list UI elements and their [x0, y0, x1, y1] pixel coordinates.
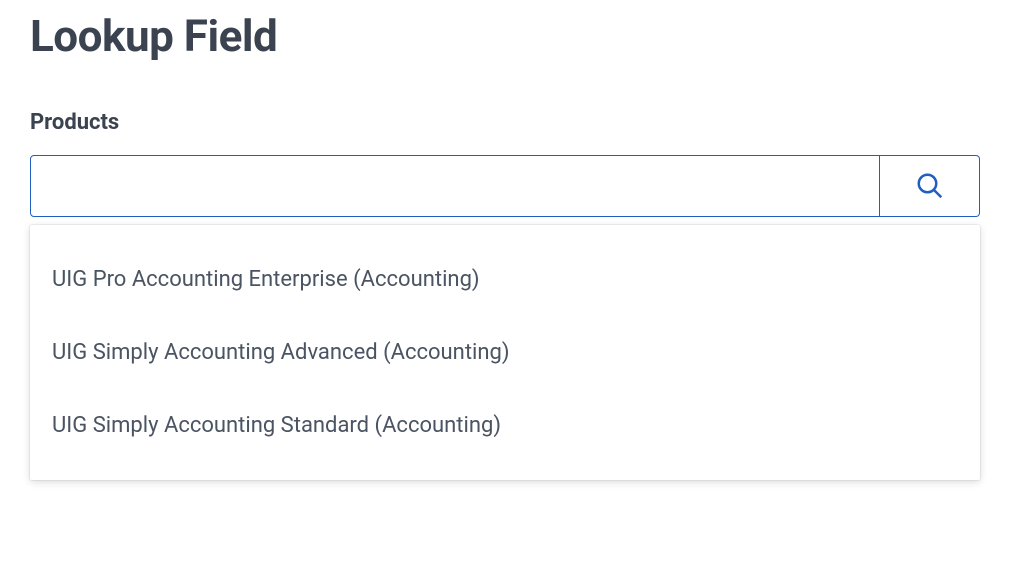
dropdown-list: UIG Pro Accounting Enterprise (Accountin…: [30, 225, 980, 480]
search-input[interactable]: [30, 155, 880, 217]
search-button[interactable]: [880, 155, 980, 217]
search-icon: [915, 171, 945, 201]
dropdown-item[interactable]: UIG Simply Accounting Standard (Accounti…: [30, 389, 980, 462]
lookup-field: UIG Pro Accounting Enterprise (Accountin…: [30, 155, 980, 217]
dropdown-item[interactable]: UIG Pro Accounting Enterprise (Accountin…: [30, 243, 980, 316]
field-label: Products: [30, 110, 988, 135]
dropdown-item[interactable]: UIG Simply Accounting Advanced (Accounti…: [30, 316, 980, 389]
page-title: Lookup Field: [30, 10, 988, 62]
input-row: [30, 155, 980, 217]
